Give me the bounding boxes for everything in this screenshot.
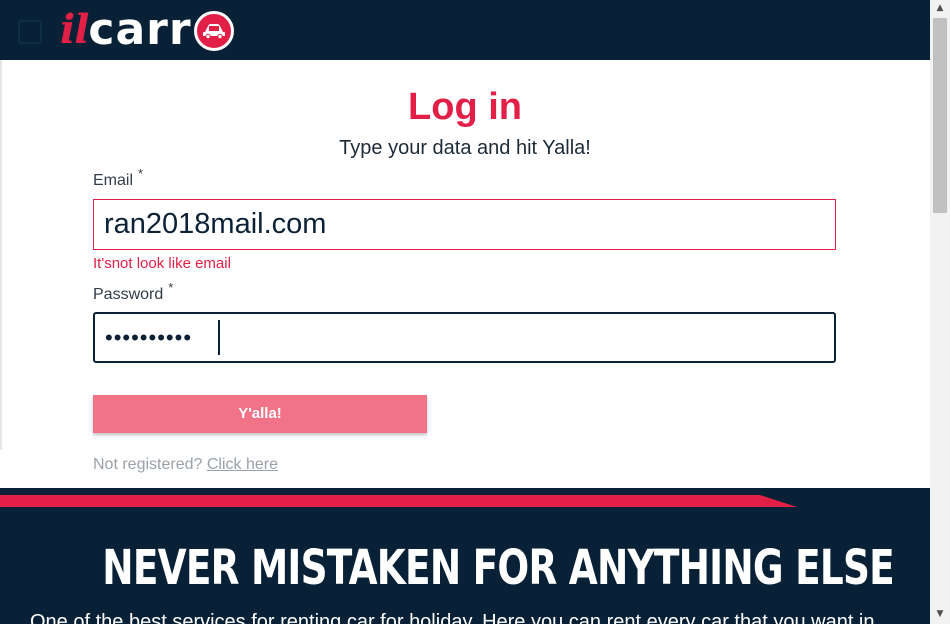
email-field[interactable]: ran2018mail.com [93, 199, 836, 250]
text-caret [218, 320, 220, 355]
password-masked-value: •••••••••• [105, 325, 193, 350]
scroll-up-arrow-icon[interactable]: ▲ [930, 0, 950, 17]
car-logo-icon [193, 11, 234, 51]
scroll-thumb[interactable] [933, 18, 947, 213]
required-mark: * [168, 280, 174, 295]
page-subtitle: Type your data and hit Yalla! [339, 137, 591, 159]
password-field[interactable]: •••••••••• [93, 312, 836, 363]
register-prompt: Not registered? Click here [93, 456, 278, 474]
password-label-text: Password [93, 286, 164, 303]
top-header: il carr [0, 0, 930, 60]
email-label-text: Email [93, 172, 134, 189]
email-label: Email * [93, 166, 143, 190]
required-mark: * [138, 166, 144, 181]
email-error-message: It'snot look like email [93, 255, 231, 272]
page-title: Log in [408, 86, 522, 128]
logo-text: carr [88, 4, 192, 55]
footer-banner: NEVER MISTAKEN FOR ANYTHING ELSE One of … [0, 488, 930, 624]
not-registered-text: Not registered? [93, 456, 203, 473]
footer-headline: NEVER MISTAKEN FOR ANYTHING ELSE [102, 540, 894, 596]
scroll-down-arrow-icon[interactable]: ▼ [930, 606, 950, 623]
page-scrollbar[interactable]: ▲ ▼ [930, 0, 950, 624]
footer-tagline: One of the best services for renting car… [30, 611, 875, 624]
yalla-submit-button[interactable]: Y'alla! [93, 395, 427, 433]
register-link[interactable]: Click here [207, 456, 278, 473]
red-stripe-decoration [0, 495, 797, 507]
menu-toggle-icon[interactable] [18, 20, 42, 44]
logo-prefix: il [60, 6, 89, 53]
ilcarro-logo[interactable]: il carr [60, 0, 234, 56]
password-label: Password * [93, 280, 173, 304]
